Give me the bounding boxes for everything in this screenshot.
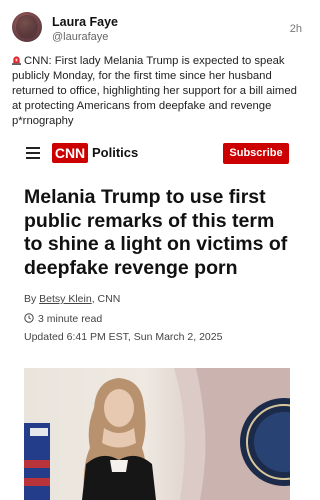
article-headline: Melania Trump to use first public remark…	[24, 186, 288, 279]
article-card[interactable]: CNN Politics Subscribe Melania Trump to …	[8, 133, 305, 500]
section-label[interactable]: Politics	[92, 145, 138, 160]
post-header: Laura Faye @laurafaye 2h	[12, 12, 302, 48]
article-photo[interactable]	[24, 368, 290, 500]
updated-timestamp: Updated 6:41 PM EST, Sun March 2, 2025	[24, 331, 223, 343]
photo-illustration	[24, 368, 290, 500]
read-time: 3 minute read	[24, 313, 102, 325]
post-text: CNN: First lady Melania Trump is expecte…	[12, 54, 302, 129]
subscribe-button[interactable]: Subscribe	[223, 143, 289, 164]
cnn-header: CNN Politics Subscribe	[8, 133, 305, 173]
post-body: CNN: First lady Melania Trump is expecte…	[12, 55, 297, 127]
menu-icon[interactable]	[26, 147, 40, 159]
siren-icon	[12, 56, 21, 65]
read-time-label: 3 minute read	[38, 313, 103, 325]
svg-text:CNN: CNN	[55, 145, 85, 161]
cnn-logo[interactable]: CNN	[52, 143, 88, 163]
clock-icon	[24, 313, 34, 323]
byline-author-link[interactable]: Betsy Klein	[39, 293, 92, 305]
author-name[interactable]: Laura Faye	[52, 15, 118, 29]
avatar[interactable]	[12, 12, 42, 42]
byline-suffix: , CNN	[91, 293, 121, 305]
author-handle[interactable]: @laurafaye	[52, 31, 108, 43]
byline: By Betsy Klein, CNN	[24, 293, 120, 305]
byline-prefix: By	[24, 293, 40, 305]
post-timestamp: 2h	[289, 23, 302, 35]
